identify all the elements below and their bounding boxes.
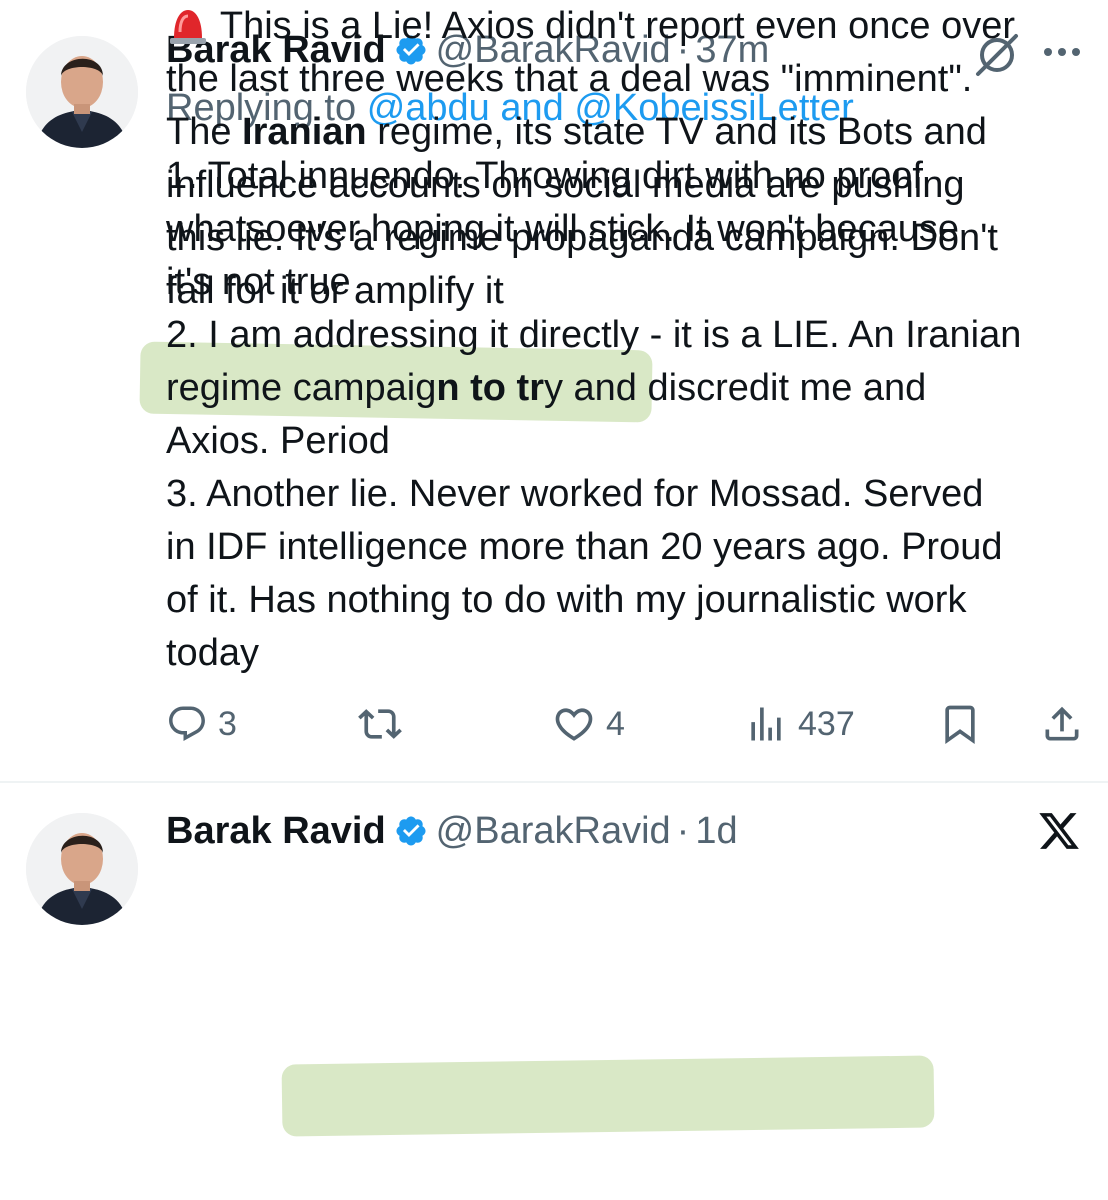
x-logo-icon[interactable] <box>1036 809 1082 853</box>
text-segment: regime, its state TV and its Bots and <box>366 111 987 153</box>
bold-text-segment: Iranian <box>242 111 367 153</box>
retweet-icon <box>358 709 402 739</box>
text-segment: y and discredit me and <box>543 367 927 409</box>
author-handle[interactable]: @BarakRavid <box>436 810 671 852</box>
avatar[interactable] <box>26 813 138 925</box>
share-button[interactable] <box>1040 694 1084 754</box>
tweet-card[interactable]: Barak Ravid @BarakRavid · 1d <box>0 783 1108 1200</box>
text-segment: This is a Lie! Axios didn't report even … <box>210 5 1015 47</box>
bookmark-button[interactable] <box>938 694 982 754</box>
tweet-text: This is a Lie! Axios didn't report even … <box>166 0 1015 318</box>
share-icon <box>1045 706 1079 741</box>
tweet-time[interactable]: 1d <box>695 810 737 852</box>
like-button[interactable]: 4 <box>552 694 625 754</box>
tweet-text-line: influence accounts on social media are p… <box>166 164 965 206</box>
retweet-button[interactable] <box>358 694 412 754</box>
avatar-photo <box>26 36 138 148</box>
bookmark-icon <box>945 705 975 745</box>
like-icon <box>555 708 593 741</box>
views-button[interactable]: 437 <box>744 694 855 754</box>
siren-icon <box>170 10 206 44</box>
tweet-text-line: this lie. It's a regime propaganda campa… <box>166 217 998 259</box>
tweet-actions: 3 4 437 <box>0 694 1108 754</box>
avatar[interactable] <box>26 36 138 148</box>
tweet-text-line: Axios. Period <box>166 420 390 462</box>
more-icon[interactable] <box>1040 44 1084 60</box>
tweet-text-line: the last three weeks that a deal was "im… <box>166 58 973 100</box>
separator-dot: · <box>676 810 690 852</box>
tweet-text-line: of it. Has nothing to do with my journal… <box>166 579 967 621</box>
views-count: 437 <box>798 704 855 743</box>
tweet-text-line: in IDF intelligence more than 20 years a… <box>166 526 1003 568</box>
reply-count: 3 <box>218 704 237 743</box>
tweet-header: Barak Ravid @BarakRavid · 1d <box>166 809 744 853</box>
text-highlight <box>281 1055 935 1137</box>
tweet-text-line: regime campaign to try and discredit me … <box>166 362 1021 415</box>
tweet-text-line: fall for it or amplify it <box>166 270 504 312</box>
views-icon <box>751 707 781 741</box>
tweet-text-line: today <box>166 632 259 674</box>
like-count: 4 <box>606 704 625 743</box>
text-segment: The <box>166 111 243 153</box>
avatar-photo <box>26 813 138 925</box>
text-segment: regime campaig <box>166 367 437 409</box>
tweet-text-line: The Iranian regime, its state TV and its… <box>166 106 1015 159</box>
reply-button[interactable]: 3 <box>166 694 237 754</box>
tweet-text-line: This is a Lie! Axios didn't report even … <box>166 0 1015 53</box>
tweet-text-line: 3. Another lie. Never worked for Mossad.… <box>166 473 984 515</box>
author-name[interactable]: Barak Ravid <box>166 810 386 852</box>
bold-text-segment: n to tr <box>436 367 544 409</box>
verified-badge-icon <box>396 816 426 846</box>
reply-icon <box>169 706 205 741</box>
